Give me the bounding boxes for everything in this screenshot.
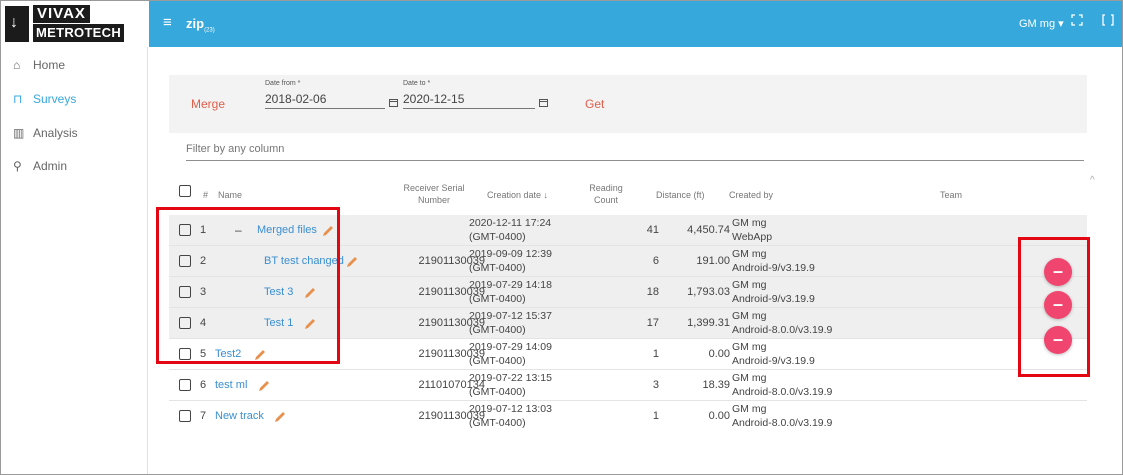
date-from-field[interactable]: 2018-02-06 bbox=[265, 92, 385, 109]
reading-count: 17 bbox=[646, 317, 659, 329]
edit-pencil-icon[interactable] bbox=[345, 255, 359, 269]
sidebar-item-surveys[interactable]: ⊓ Surveys bbox=[1, 86, 148, 114]
filter-input[interactable]: Filter by any column bbox=[186, 143, 1084, 161]
calendar-icon[interactable] bbox=[539, 98, 548, 109]
distance-value: 0.00 bbox=[708, 348, 730, 360]
reading-count: 6 bbox=[652, 255, 659, 267]
reading-count: 1 bbox=[652, 348, 659, 360]
app-title: zip(23) bbox=[186, 16, 215, 34]
created-by: GM mg Android-9/v3.19.9 bbox=[732, 341, 815, 367]
table-row[interactable]: 7 New track 21901130039 2019-07-12 13:03… bbox=[169, 401, 1087, 432]
creation-date: 2019-07-29 14:09 (GMT-0400) bbox=[469, 341, 552, 367]
row-checkbox[interactable] bbox=[179, 410, 191, 422]
reading-count: 1 bbox=[652, 410, 659, 422]
reading-count: 41 bbox=[646, 224, 659, 236]
sidebar-item-label: Analysis bbox=[33, 126, 78, 140]
edit-pencil-icon[interactable] bbox=[273, 410, 287, 424]
reading-count: 3 bbox=[652, 379, 659, 391]
row-index: 6 bbox=[200, 379, 207, 391]
creation-date: 2020-12-11 17:24 (GMT-0400) bbox=[469, 217, 552, 243]
created-by: GM mg Android-8.0.0/v3.19.9 bbox=[732, 403, 833, 429]
merge-button[interactable]: Merge bbox=[191, 97, 225, 111]
admin-icon: ⚲ bbox=[13, 159, 22, 173]
fullscreen-icon[interactable] bbox=[1071, 14, 1083, 26]
date-to-field[interactable]: 2020-12-15 bbox=[403, 92, 535, 109]
column-header-name[interactable]: Name bbox=[218, 189, 242, 201]
date-filter-card: Merge Date from * 2018-02-06 Date to * 2… bbox=[169, 75, 1087, 133]
row-checkbox[interactable] bbox=[179, 379, 191, 391]
sidebar-item-admin[interactable]: ⚲ Admin bbox=[1, 153, 148, 181]
distance-value: 18.39 bbox=[702, 379, 730, 391]
sidebar-item-label: Admin bbox=[33, 159, 68, 173]
top-bar: ↓ VIVAX METROTECH ≡ zip(23) GM mg ▾ bbox=[1, 1, 1122, 47]
distance-value: 1,399.31 bbox=[687, 317, 730, 329]
creation-date: 2019-07-29 14:18 (GMT-0400) bbox=[469, 279, 552, 305]
sidebar-item-label: Home bbox=[33, 58, 66, 72]
scroll-up-icon[interactable]: ^ bbox=[1090, 175, 1095, 186]
column-header-index: # bbox=[203, 190, 209, 200]
sidebar-item-analysis[interactable]: ▥ Analysis bbox=[1, 120, 148, 148]
column-header-team[interactable]: Team bbox=[940, 189, 962, 201]
home-icon: ⌂ bbox=[13, 58, 21, 72]
creation-date: 2019-09-09 12:39 (GMT-0400) bbox=[469, 248, 552, 274]
creation-date: 2019-07-12 13:03 (GMT-0400) bbox=[469, 403, 552, 429]
hamburger-icon[interactable]: ≡ bbox=[163, 14, 172, 32]
sidebar-item-home[interactable]: ⌂ Home bbox=[1, 52, 148, 80]
creation-date: 2019-07-12 15:37 (GMT-0400) bbox=[469, 310, 552, 336]
highlight-box-merged-rows bbox=[156, 207, 340, 364]
creation-date: 2019-07-22 13:15 (GMT-0400) bbox=[469, 372, 552, 398]
get-button[interactable]: Get bbox=[585, 97, 604, 111]
panel-icon[interactable] bbox=[1102, 14, 1114, 26]
column-header-serial[interactable]: Receiver Serial Number bbox=[389, 182, 479, 206]
logo-mark: ↓ bbox=[5, 6, 29, 42]
created-by: GM mg WebApp bbox=[732, 217, 773, 243]
vivax-metrotech-logo: ↓ VIVAX METROTECH bbox=[1, 1, 149, 47]
app-window: ↓ VIVAX METROTECH ≡ zip(23) GM mg ▾ ⌂ Ho… bbox=[0, 0, 1123, 475]
sidebar-item-label: Surveys bbox=[33, 92, 77, 106]
logo-text-vivax: VIVAX bbox=[33, 5, 90, 23]
reading-count: 18 bbox=[646, 286, 659, 298]
survey-name-link[interactable]: test ml bbox=[215, 379, 247, 391]
created-by: GM mg Android-8.0.0/v3.19.9 bbox=[732, 372, 833, 398]
created-by: GM mg Android-8.0.0/v3.19.9 bbox=[732, 310, 833, 336]
sidebar: ⌂ Home ⊓ Surveys ▥ Analysis ⚲ Admin bbox=[1, 47, 148, 474]
distance-value: 4,450.74 bbox=[687, 224, 730, 236]
distance-value: 1,793.03 bbox=[687, 286, 730, 298]
row-index: 7 bbox=[200, 410, 207, 422]
column-header-creation-date[interactable]: Creation date ↓ bbox=[487, 189, 548, 201]
calendar-icon[interactable] bbox=[389, 98, 398, 109]
highlight-box-remove-buttons bbox=[1018, 237, 1090, 377]
user-menu[interactable]: GM mg ▾ bbox=[1019, 16, 1064, 32]
survey-name-link[interactable]: New track bbox=[215, 410, 264, 422]
surveys-icon: ⊓ bbox=[13, 92, 23, 106]
select-all-checkbox[interactable] bbox=[179, 185, 191, 197]
date-to-label: Date to * bbox=[403, 80, 431, 87]
edit-pencil-icon[interactable] bbox=[257, 379, 271, 393]
date-from-label: Date from * bbox=[265, 80, 301, 87]
table-row[interactable]: 6 test ml 21101070134 2019-07-22 13:15 (G… bbox=[169, 370, 1087, 401]
created-by: GM mg Android-9/v3.19.9 bbox=[732, 279, 815, 305]
column-header-distance[interactable]: Distance (ft) bbox=[656, 189, 705, 201]
distance-value: 0.00 bbox=[708, 410, 730, 422]
column-header-created-by[interactable]: Created by bbox=[729, 189, 773, 201]
created-by: GM mg Android-9/v3.19.9 bbox=[732, 248, 815, 274]
logo-text-metrotech: METROTECH bbox=[33, 24, 125, 42]
column-header-reading-count[interactable]: Reading Count bbox=[581, 182, 631, 206]
analysis-icon: ▥ bbox=[13, 126, 25, 140]
distance-value: 191.00 bbox=[696, 255, 730, 267]
